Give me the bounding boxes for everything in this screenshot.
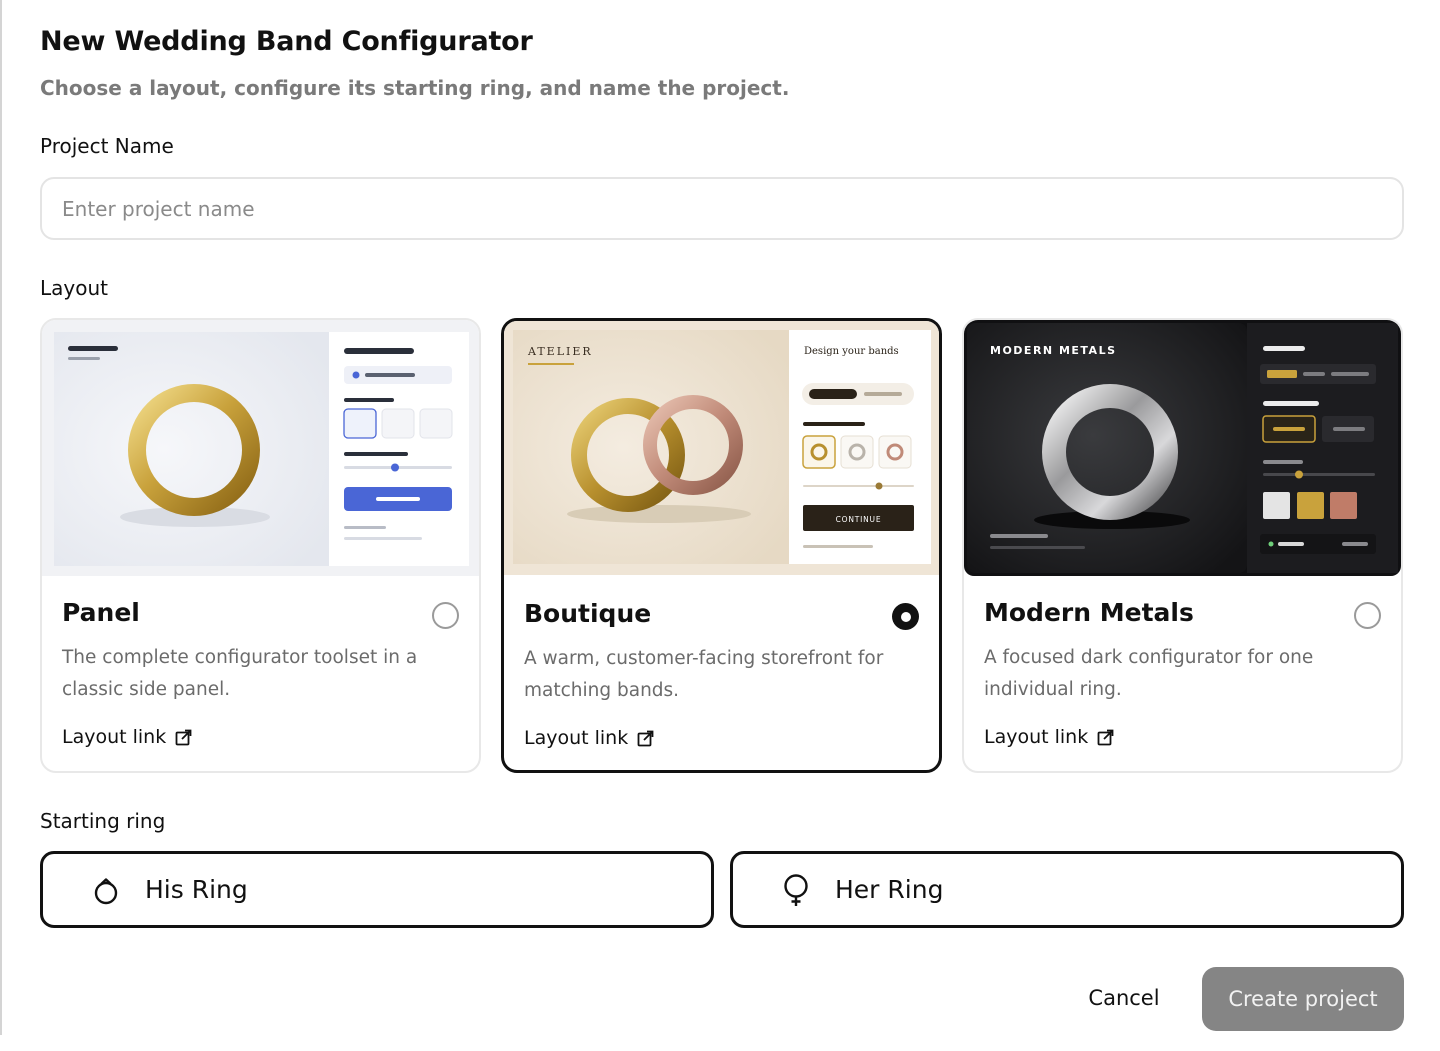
- layout-card-title: Panel: [62, 598, 140, 627]
- boutique-panel-heading: Design your bands: [804, 346, 899, 357]
- layout-link-modern-metals[interactable]: Layout link: [984, 726, 1114, 748]
- layout-label: Layout: [40, 276, 108, 300]
- layout-radio-panel[interactable]: [432, 602, 459, 629]
- layout-link-label: Layout link: [524, 727, 629, 749]
- layout-link-label: Layout link: [984, 726, 1089, 748]
- ring-option-his[interactable]: His Ring: [40, 851, 714, 928]
- project-name-label: Project Name: [40, 134, 174, 158]
- layout-card-title: Modern Metals: [984, 598, 1194, 627]
- layout-card-modern-metals[interactable]: MODERN METALS Modern Metals A focused da…: [962, 318, 1403, 773]
- layout-link-panel[interactable]: Layout link: [62, 726, 192, 748]
- female-symbol-icon: [784, 873, 808, 906]
- project-name-input[interactable]: [40, 177, 1404, 240]
- ring-option-label: His Ring: [145, 875, 248, 904]
- layout-link-label: Layout link: [62, 726, 167, 748]
- layout-card-description: A warm, customer-facing storefront for m…: [524, 648, 884, 701]
- layout-radio-modern-metals[interactable]: [1354, 602, 1381, 629]
- boutique-brand-label: ATELIER: [527, 345, 593, 358]
- external-link-icon: [175, 729, 192, 745]
- boutique-layout-preview: ATELIER Design your bands CONTINUE: [504, 321, 939, 577]
- layout-link-boutique[interactable]: Layout link: [524, 727, 654, 749]
- window-left-edge: [0, 0, 2, 1035]
- starting-ring-label: Starting ring: [40, 809, 166, 833]
- external-link-icon: [1097, 729, 1114, 745]
- modern-metals-brand-label: MODERN METALS: [990, 344, 1117, 357]
- modern-metals-layout-preview: MODERN METALS: [964, 320, 1401, 576]
- boutique-continue-label: CONTINUE: [836, 515, 882, 524]
- panel-layout-preview: [42, 320, 479, 576]
- dialog-title: New Wedding Band Configurator: [40, 26, 533, 57]
- layout-card-title: Boutique: [524, 599, 652, 628]
- external-link-icon: [637, 730, 654, 746]
- cancel-button[interactable]: Cancel: [1068, 968, 1180, 1028]
- create-project-button[interactable]: Create project: [1202, 967, 1404, 1031]
- layout-card-panel[interactable]: Panel The complete configurator toolset …: [40, 318, 481, 773]
- dialog-subtitle: Choose a layout, configure its starting …: [40, 76, 790, 100]
- layout-card-description: A focused dark configurator for one indi…: [984, 647, 1314, 700]
- male-symbol-icon: [94, 877, 118, 904]
- layout-card-boutique[interactable]: ATELIER Design your bands CONTINUE Bouti…: [501, 318, 942, 773]
- ring-option-her[interactable]: Her Ring: [730, 851, 1404, 928]
- ring-option-label: Her Ring: [835, 875, 944, 904]
- layout-radio-boutique[interactable]: [892, 603, 919, 630]
- layout-card-description: The complete configurator toolset in a c…: [62, 647, 418, 700]
